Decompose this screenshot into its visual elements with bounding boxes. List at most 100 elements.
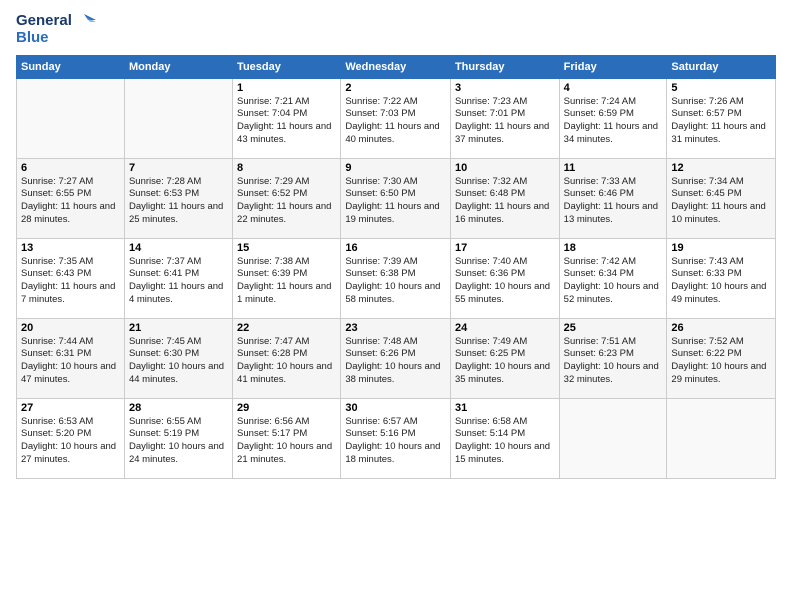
calendar-cell: [17, 78, 125, 158]
day-number: 2: [345, 82, 446, 94]
calendar-cell: 30 Sunrise: 6:57 AMSunset: 5:16 PMDayligh…: [341, 398, 451, 478]
day-number: 10: [455, 162, 555, 174]
day-number: 15: [237, 242, 336, 254]
cell-content: Sunrise: 7:52 AMSunset: 6:22 PMDaylight:…: [671, 336, 766, 385]
cell-content: Sunrise: 7:34 AMSunset: 6:45 PMDaylight:…: [671, 176, 765, 225]
weekday-header: Wednesday: [341, 55, 451, 78]
cell-content: Sunrise: 7:38 AMSunset: 6:39 PMDaylight:…: [237, 256, 331, 305]
cell-content: Sunrise: 7:42 AMSunset: 6:34 PMDaylight:…: [564, 256, 659, 305]
calendar-cell: 16 Sunrise: 7:39 AMSunset: 6:38 PMDayligh…: [341, 238, 451, 318]
weekday-header: Friday: [559, 55, 667, 78]
day-number: 22: [237, 322, 336, 334]
day-number: 19: [671, 242, 771, 254]
calendar-cell: [559, 398, 667, 478]
day-number: 24: [455, 322, 555, 334]
cell-content: Sunrise: 7:27 AMSunset: 6:55 PMDaylight:…: [21, 176, 115, 225]
day-number: 14: [129, 242, 228, 254]
day-number: 1: [237, 82, 336, 94]
calendar-cell: 9 Sunrise: 7:30 AMSunset: 6:50 PMDaylight…: [341, 158, 451, 238]
cell-content: Sunrise: 7:43 AMSunset: 6:33 PMDaylight:…: [671, 256, 766, 305]
calendar-cell: 24 Sunrise: 7:49 AMSunset: 6:25 PMDayligh…: [450, 318, 559, 398]
weekday-header: Monday: [124, 55, 232, 78]
calendar-cell: 6 Sunrise: 7:27 AMSunset: 6:55 PMDaylight…: [17, 158, 125, 238]
cell-content: Sunrise: 7:45 AMSunset: 6:30 PMDaylight:…: [129, 336, 224, 385]
calendar-cell: [124, 78, 232, 158]
day-number: 26: [671, 322, 771, 334]
day-number: 31: [455, 402, 555, 414]
day-number: 25: [564, 322, 663, 334]
logo: General Blue: [16, 12, 96, 47]
calendar-cell: 5 Sunrise: 7:26 AMSunset: 6:57 PMDaylight…: [667, 78, 776, 158]
logo-bird-icon: [74, 12, 96, 30]
calendar-cell: 18 Sunrise: 7:42 AMSunset: 6:34 PMDayligh…: [559, 238, 667, 318]
day-number: 29: [237, 402, 336, 414]
calendar-cell: 25 Sunrise: 7:51 AMSunset: 6:23 PMDayligh…: [559, 318, 667, 398]
day-number: 4: [564, 82, 663, 94]
day-number: 17: [455, 242, 555, 254]
day-number: 5: [671, 82, 771, 94]
day-number: 27: [21, 402, 120, 414]
cell-content: Sunrise: 7:37 AMSunset: 6:41 PMDaylight:…: [129, 256, 223, 305]
cell-content: Sunrise: 7:30 AMSunset: 6:50 PMDaylight:…: [345, 176, 439, 225]
cell-content: Sunrise: 7:21 AMSunset: 7:04 PMDaylight:…: [237, 96, 331, 145]
day-number: 12: [671, 162, 771, 174]
cell-content: Sunrise: 7:32 AMSunset: 6:48 PMDaylight:…: [455, 176, 549, 225]
cell-content: Sunrise: 6:57 AMSunset: 5:16 PMDaylight:…: [345, 416, 440, 465]
calendar-cell: 2 Sunrise: 7:22 AMSunset: 7:03 PMDaylight…: [341, 78, 451, 158]
cell-content: Sunrise: 7:26 AMSunset: 6:57 PMDaylight:…: [671, 96, 765, 145]
day-number: 30: [345, 402, 446, 414]
calendar-cell: 14 Sunrise: 7:37 AMSunset: 6:41 PMDayligh…: [124, 238, 232, 318]
calendar-cell: 11 Sunrise: 7:33 AMSunset: 6:46 PMDayligh…: [559, 158, 667, 238]
calendar-cell: 8Sunrise: 7:29 AMSunset: 6:52 PMDaylight…: [233, 158, 341, 238]
day-number: 28: [129, 402, 228, 414]
day-number: 21: [129, 322, 228, 334]
calendar-cell: 3 Sunrise: 7:23 AMSunset: 7:01 PMDaylight…: [450, 78, 559, 158]
day-number: 11: [564, 162, 663, 174]
calendar-cell: 23 Sunrise: 7:48 AMSunset: 6:26 PMDayligh…: [341, 318, 451, 398]
cell-content: Sunrise: 7:51 AMSunset: 6:23 PMDaylight:…: [564, 336, 659, 385]
calendar-table: SundayMondayTuesdayWednesdayThursdayFrid…: [16, 55, 776, 479]
cell-content: Sunrise: 7:48 AMSunset: 6:26 PMDaylight:…: [345, 336, 440, 385]
day-number: 18: [564, 242, 663, 254]
day-number: 7: [129, 162, 228, 174]
calendar-cell: 26 Sunrise: 7:52 AMSunset: 6:22 PMDayligh…: [667, 318, 776, 398]
cell-content: Sunrise: 7:22 AMSunset: 7:03 PMDaylight:…: [345, 96, 439, 145]
calendar-cell: 7Sunrise: 7:28 AMSunset: 6:53 PMDaylight…: [124, 158, 232, 238]
calendar-cell: 31 Sunrise: 6:58 AMSunset: 5:14 PMDayligh…: [450, 398, 559, 478]
cell-content: Sunrise: 7:39 AMSunset: 6:38 PMDaylight:…: [345, 256, 440, 305]
calendar-cell: 22 Sunrise: 7:47 AMSunset: 6:28 PMDayligh…: [233, 318, 341, 398]
cell-content: Sunrise: 7:47 AMSunset: 6:28 PMDaylight:…: [237, 336, 332, 385]
cell-content: Sunrise: 7:24 AMSunset: 6:59 PMDaylight:…: [564, 96, 658, 145]
day-number: 23: [345, 322, 446, 334]
calendar-cell: 13Sunrise: 7:35 AMSunset: 6:43 PMDayligh…: [17, 238, 125, 318]
weekday-header: Saturday: [667, 55, 776, 78]
calendar-cell: 21 Sunrise: 7:45 AMSunset: 6:30 PMDayligh…: [124, 318, 232, 398]
calendar-cell: 19 Sunrise: 7:43 AMSunset: 6:33 PMDayligh…: [667, 238, 776, 318]
calendar-cell: 1 Sunrise: 7:21 AMSunset: 7:04 PMDaylight…: [233, 78, 341, 158]
weekday-header: Thursday: [450, 55, 559, 78]
calendar-cell: 29 Sunrise: 6:56 AMSunset: 5:17 PMDayligh…: [233, 398, 341, 478]
calendar-cell: 17 Sunrise: 7:40 AMSunset: 6:36 PMDayligh…: [450, 238, 559, 318]
cell-content: Sunrise: 6:56 AMSunset: 5:17 PMDaylight:…: [237, 416, 332, 465]
day-number: 3: [455, 82, 555, 94]
calendar-cell: [667, 398, 776, 478]
weekday-header: Sunday: [17, 55, 125, 78]
day-number: 9: [345, 162, 446, 174]
calendar-cell: 27Sunrise: 6:53 AMSunset: 5:20 PMDayligh…: [17, 398, 125, 478]
cell-content: Sunrise: 7:33 AMSunset: 6:46 PMDaylight:…: [564, 176, 658, 225]
calendar-cell: 4 Sunrise: 7:24 AMSunset: 6:59 PMDaylight…: [559, 78, 667, 158]
calendar-cell: 10 Sunrise: 7:32 AMSunset: 6:48 PMDayligh…: [450, 158, 559, 238]
page-header: General Blue: [16, 12, 776, 47]
weekday-header: Tuesday: [233, 55, 341, 78]
cell-content: Sunrise: 7:49 AMSunset: 6:25 PMDaylight:…: [455, 336, 550, 385]
day-number: 16: [345, 242, 446, 254]
cell-content: Sunrise: 7:23 AMSunset: 7:01 PMDaylight:…: [455, 96, 549, 145]
day-number: 6: [21, 162, 120, 174]
calendar-cell: 15 Sunrise: 7:38 AMSunset: 6:39 PMDayligh…: [233, 238, 341, 318]
day-number: 20: [21, 322, 120, 334]
cell-content: Sunrise: 7:40 AMSunset: 6:36 PMDaylight:…: [455, 256, 550, 305]
cell-content: Sunrise: 7:35 AMSunset: 6:43 PMDaylight:…: [21, 256, 115, 305]
calendar-cell: 20Sunrise: 7:44 AMSunset: 6:31 PMDayligh…: [17, 318, 125, 398]
cell-content: Sunrise: 6:58 AMSunset: 5:14 PMDaylight:…: [455, 416, 550, 465]
calendar-cell: 12 Sunrise: 7:34 AMSunset: 6:45 PMDayligh…: [667, 158, 776, 238]
